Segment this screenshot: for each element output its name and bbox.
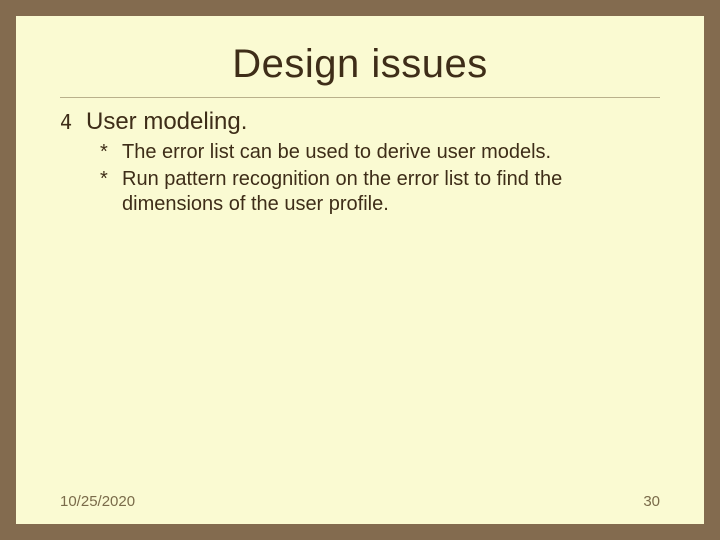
slide-frame: Design issues 4 User modeling. * The err…: [0, 0, 720, 540]
bullet-level-1: 4 User modeling.: [60, 108, 660, 136]
slide-footer: 10/25/2020 30: [60, 493, 660, 510]
sub-item-text: The error list can be used to derive use…: [122, 140, 551, 165]
list-item: * The error list can be used to derive u…: [100, 140, 660, 165]
asterisk-icon: *: [100, 140, 114, 165]
list-item: * Run pattern recognition on the error l…: [100, 167, 660, 217]
bullet-marker-icon: 4: [60, 112, 78, 132]
footer-page-number: 30: [643, 493, 660, 510]
asterisk-icon: *: [100, 167, 114, 217]
slide-title: Design issues: [60, 42, 660, 87]
bullet-text: User modeling.: [86, 108, 247, 136]
slide-body: Design issues 4 User modeling. * The err…: [16, 16, 704, 524]
sub-item-text: Run pattern recognition on the error lis…: [122, 167, 660, 217]
sub-bullet-list: * The error list can be used to derive u…: [100, 140, 660, 217]
title-divider: [60, 97, 660, 98]
footer-date: 10/25/2020: [60, 493, 135, 510]
